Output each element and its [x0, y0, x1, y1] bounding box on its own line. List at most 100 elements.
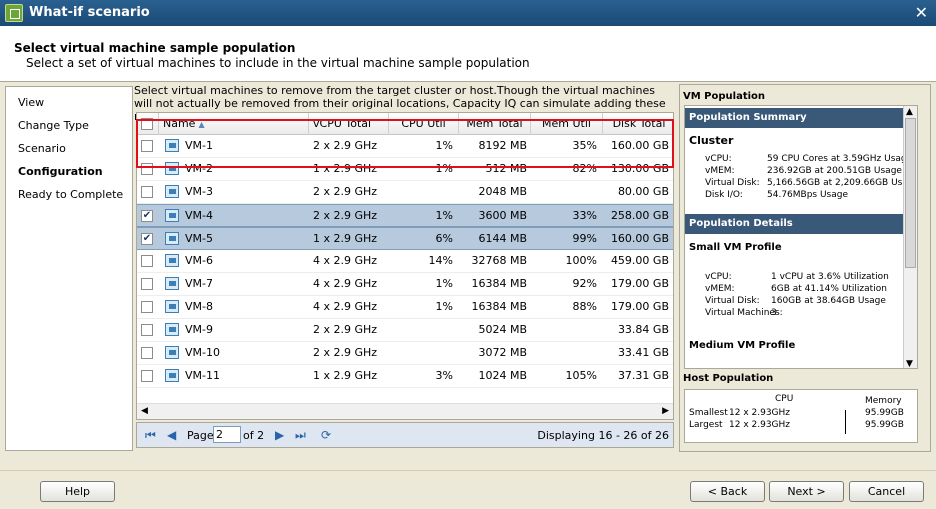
host-row-mem: 95.99GB [865, 420, 904, 430]
info-label: vCPU: [705, 272, 732, 282]
row-checkbox[interactable] [141, 255, 153, 267]
row-checkbox[interactable] [141, 278, 153, 290]
table-row[interactable]: VM-7 4 x 2.9 GHz 1% 16384 MB 92% 179.00 GB [137, 273, 673, 296]
scroll-down-icon[interactable]: ▼ [906, 359, 913, 368]
step-scenario[interactable]: Scenario [18, 142, 66, 155]
scroll-left-icon[interactable]: ◀ [141, 406, 148, 416]
sort-ascending-icon: ▲ [198, 120, 205, 129]
refresh-icon[interactable]: ⟳ [321, 428, 331, 442]
info-label: Disk I/O: [705, 190, 743, 200]
cell-vcpu-total: 2 x 2.9 GHz [313, 209, 378, 222]
cell-cpu-util: 1% [435, 300, 453, 313]
table-row[interactable]: VM-3 2 x 2.9 GHz 2048 MB 80.00 GB [137, 181, 673, 204]
column-header-disk-total[interactable]: Disk Total [603, 113, 673, 135]
row-checkbox[interactable] [141, 370, 153, 382]
cancel-button[interactable]: Cancel [849, 481, 924, 502]
title-bar: What-if scenario ✕ [0, 0, 936, 26]
cell-name: VM-8 [185, 300, 213, 313]
select-all-checkbox[interactable] [141, 118, 153, 130]
next-page-icon[interactable]: ▶ [275, 428, 284, 442]
row-checkbox[interactable] [141, 347, 153, 359]
row-checkbox[interactable] [141, 301, 153, 313]
instructions-text: Select virtual machines to remove from t… [134, 84, 666, 123]
cell-vcpu-total: 1 x 2.9 GHz [313, 232, 378, 245]
table-row[interactable]: VM-10 2 x 2.9 GHz 3072 MB 33.41 GB [137, 342, 673, 365]
virtual-machine-icon [165, 162, 179, 175]
host-row-mem: 95.99GB [865, 408, 904, 418]
table-row[interactable]: ✔ VM-4 2 x 2.9 GHz 1% 3600 MB 33% 258.00 GB [137, 204, 673, 227]
table-row[interactable]: VM-6 4 x 2.9 GHz 14% 32768 MB 100% 459.00 GB [137, 250, 673, 273]
small-vm-profile-title: Small VM Profile [689, 242, 782, 253]
cell-mem-total: 3600 MB [478, 209, 527, 222]
wizard-footer: Help < Back Next > Cancel [0, 470, 936, 509]
cell-name: VM-6 [185, 254, 213, 267]
info-value: 6GB at 41.14% Utilization [771, 284, 887, 294]
cell-name: VM-3 [185, 185, 213, 198]
step-configuration[interactable]: Configuration [18, 165, 103, 178]
host-population-title: Host Population [683, 373, 774, 384]
row-checkbox[interactable] [141, 163, 153, 175]
cell-mem-util: 82% [572, 162, 597, 175]
header-select-all[interactable] [137, 113, 159, 135]
column-header-mem-total[interactable]: Mem Total [459, 113, 531, 135]
cell-vcpu-total: 4 x 2.9 GHz [313, 300, 378, 313]
first-page-icon[interactable]: ⏮ [145, 428, 156, 443]
scroll-up-icon[interactable]: ▲ [906, 107, 913, 117]
cell-disk-total: 37.31 GB [617, 369, 669, 382]
page-number-input[interactable] [213, 426, 241, 443]
displaying-count: Displaying 16 - 26 of 26 [537, 429, 669, 442]
population-panel: VM Population Population Summary Cluster… [679, 84, 931, 452]
cell-name: VM-4 [185, 209, 213, 222]
cell-disk-total: 33.84 GB [617, 323, 669, 336]
step-change-type[interactable]: Change Type [18, 119, 89, 132]
virtual-machine-icon [165, 369, 179, 382]
table-row[interactable]: VM-1 2 x 2.9 GHz 1% 8192 MB 35% 160.00 GB [137, 135, 673, 158]
cell-disk-total: 80.00 GB [617, 185, 669, 198]
step-ready-to-complete[interactable]: Ready to Complete [18, 188, 123, 201]
cell-name: VM-1 [185, 139, 213, 152]
horizontal-scrollbar[interactable]: ◀ ▶ [137, 403, 673, 419]
grid-header: Name ▲ vCPU Total CPU Util Mem Total Mem … [137, 113, 673, 135]
cell-mem-total: 6144 MB [478, 232, 527, 245]
table-row[interactable]: ✔ VM-5 1 x 2.9 GHz 6% 6144 MB 99% 160.00 GB [137, 227, 673, 250]
column-header-name[interactable]: Name ▲ [159, 113, 309, 135]
table-row[interactable]: VM-9 2 x 2.9 GHz 5024 MB 33.84 GB [137, 319, 673, 342]
row-checkbox[interactable] [141, 186, 153, 198]
cell-name: VM-7 [185, 277, 213, 290]
column-header-mem-util[interactable]: Mem Util [531, 113, 603, 135]
cell-vcpu-total: 2 x 2.9 GHz [313, 185, 378, 198]
info-label: Virtual Disk: [705, 178, 760, 188]
cell-name: VM-5 [185, 232, 213, 245]
cell-mem-total: 8192 MB [478, 139, 527, 152]
row-checkbox[interactable] [141, 324, 153, 336]
scroll-thumb[interactable] [905, 118, 916, 268]
table-row[interactable]: VM-8 4 x 2.9 GHz 1% 16384 MB 88% 179.00 GB [137, 296, 673, 319]
cell-mem-total: 2048 MB [478, 185, 527, 198]
close-icon[interactable]: ✕ [915, 3, 928, 22]
prev-page-icon[interactable]: ◀ [167, 428, 176, 442]
help-button[interactable]: Help [40, 481, 115, 502]
column-header-vcpu-total[interactable]: vCPU Total [309, 113, 389, 135]
row-checkbox[interactable] [141, 140, 153, 152]
table-row[interactable]: VM-2 1 x 2.9 GHz 1% 512 MB 82% 130.00 GB [137, 158, 673, 181]
back-button[interactable]: < Back [690, 481, 765, 502]
host-col-cpu: CPU [775, 394, 794, 404]
table-row[interactable]: VM-11 1 x 2.9 GHz 3% 1024 MB 105% 37.31 GB [137, 365, 673, 388]
scroll-right-icon[interactable]: ▶ [662, 406, 669, 416]
cell-cpu-util: 6% [435, 232, 453, 245]
column-header-cpu-util[interactable]: CPU Util [389, 113, 459, 135]
virtual-machine-icon [165, 277, 179, 290]
virtual-machine-icon [165, 232, 179, 245]
row-checkbox[interactable]: ✔ [141, 210, 153, 222]
population-details-bar: Population Details [685, 214, 905, 234]
cell-disk-total: 160.00 GB [610, 232, 669, 245]
info-label: vMEM: [705, 284, 735, 294]
next-button[interactable]: Next > [769, 481, 844, 502]
info-value: 5,166.56GB at 2,209.66GB Usage [767, 178, 918, 188]
cell-disk-total: 160.00 GB [610, 139, 669, 152]
row-checkbox[interactable]: ✔ [141, 233, 153, 245]
cell-vcpu-total: 2 x 2.9 GHz [313, 346, 378, 359]
step-view[interactable]: View [18, 96, 44, 109]
vertical-scrollbar[interactable]: ▲ ▼ [903, 106, 917, 368]
last-page-icon[interactable]: ⏭ [295, 428, 306, 443]
